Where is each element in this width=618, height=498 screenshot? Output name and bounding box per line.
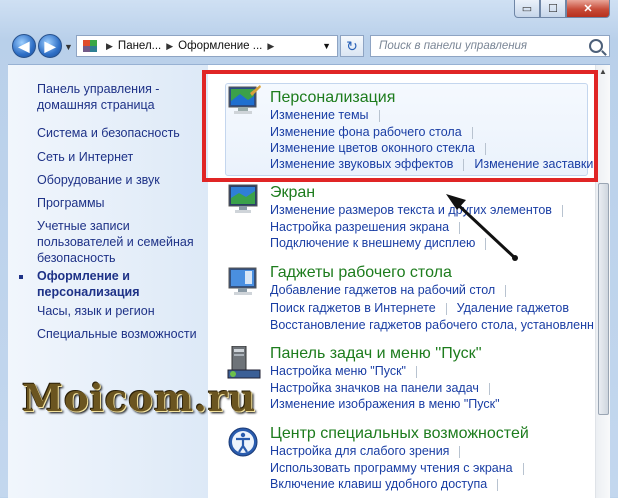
watermark-logo: Moicom.ru bbox=[22, 376, 257, 420]
annotation-arrow-icon bbox=[446, 194, 518, 261]
control-panel-window: ▭ ☐ ✕ ◀ ▶ ▼ ▶ Панел... ▶ Оформление ... … bbox=[0, 0, 618, 498]
